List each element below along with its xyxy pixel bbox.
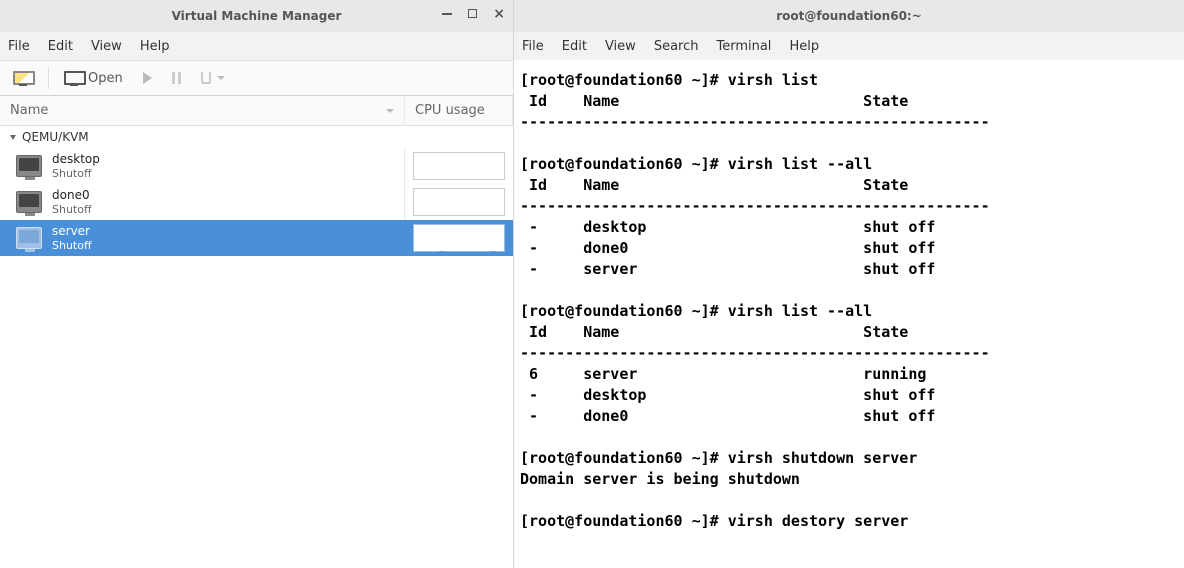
- run-button[interactable]: [136, 68, 159, 88]
- vm-item-desktop[interactable]: desktopShutoff: [0, 148, 513, 184]
- vmm-toolbar: Open: [0, 60, 513, 96]
- term-menu-file[interactable]: File: [522, 39, 544, 54]
- vm-name: desktop: [52, 152, 100, 166]
- toolbar-separator: [48, 67, 49, 89]
- maximize-button[interactable]: [468, 6, 477, 22]
- menu-file[interactable]: File: [8, 39, 30, 54]
- vm-state: Shutoff: [52, 203, 92, 216]
- vm-name: server: [52, 224, 92, 238]
- term-menu-edit[interactable]: Edit: [562, 39, 587, 54]
- shutdown-icon: [201, 72, 211, 84]
- vm-monitor-icon: [16, 155, 42, 177]
- vm-item-server[interactable]: serverShutoff: [0, 220, 513, 256]
- vm-state: Shutoff: [52, 239, 92, 252]
- term-menu-search[interactable]: Search: [654, 39, 699, 54]
- term-menu-terminal[interactable]: Terminal: [716, 39, 771, 54]
- vm-state: Shutoff: [52, 167, 100, 180]
- column-header-cpu[interactable]: CPU usage: [405, 96, 513, 125]
- cpu-graph: [413, 224, 505, 252]
- vmm-title: Virtual Machine Manager: [172, 9, 342, 23]
- terminal-window: root@foundation60:~ File Edit View Searc…: [514, 0, 1184, 568]
- vm-item-main: serverShutoff: [0, 220, 405, 256]
- column-headers: Name CPU usage: [0, 96, 513, 126]
- terminal-content[interactable]: [root@foundation60 ~]# virsh list Id Nam…: [514, 60, 1184, 568]
- pause-button[interactable]: [165, 68, 188, 88]
- vm-item-main: desktopShutoff: [0, 148, 405, 184]
- new-vm-button[interactable]: [6, 67, 40, 90]
- new-vm-icon: [13, 71, 33, 86]
- shutdown-button[interactable]: [194, 68, 232, 88]
- vm-monitor-icon: [16, 227, 42, 249]
- menu-edit[interactable]: Edit: [48, 39, 73, 54]
- virt-manager-window: Virtual Machine Manager × File Edit View…: [0, 0, 514, 568]
- term-titlebar: root@foundation60:~: [514, 0, 1184, 32]
- connection-group[interactable]: QEMU/KVM: [0, 126, 513, 148]
- vm-item-done0[interactable]: done0Shutoff: [0, 184, 513, 220]
- pause-icon: [172, 72, 181, 84]
- vmm-menubar: File Edit View Help: [0, 32, 513, 60]
- cpu-graph: [413, 188, 505, 216]
- vm-monitor-icon: [16, 191, 42, 213]
- term-menubar: File Edit View Search Terminal Help: [514, 32, 1184, 60]
- open-button[interactable]: Open: [57, 67, 130, 90]
- menu-view[interactable]: View: [91, 39, 122, 54]
- vm-tree: QEMU/KVM desktopShutoffdone0Shutoffserve…: [0, 126, 513, 568]
- open-label: Open: [88, 71, 123, 86]
- column-header-name[interactable]: Name: [0, 96, 405, 125]
- vm-item-main: done0Shutoff: [0, 184, 405, 220]
- play-icon: [143, 72, 152, 84]
- menu-help[interactable]: Help: [140, 39, 170, 54]
- term-menu-help[interactable]: Help: [789, 39, 819, 54]
- vmm-titlebar: Virtual Machine Manager ×: [0, 0, 513, 32]
- sort-icon: [386, 109, 394, 113]
- titlebar-controls: ×: [442, 6, 505, 22]
- close-button[interactable]: ×: [493, 6, 505, 22]
- minimize-button[interactable]: [442, 6, 452, 22]
- cpu-graph: [413, 152, 505, 180]
- chevron-down-icon: [217, 76, 225, 80]
- term-menu-view[interactable]: View: [605, 39, 636, 54]
- monitor-icon: [64, 71, 84, 86]
- vm-name: done0: [52, 188, 92, 202]
- term-title: root@foundation60:~: [776, 9, 922, 23]
